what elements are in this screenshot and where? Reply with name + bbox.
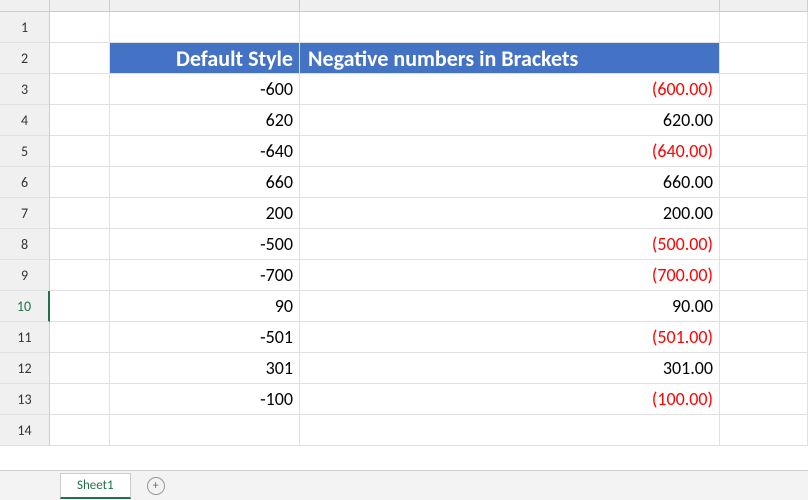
cell[interactable]: 200.00	[300, 198, 720, 229]
cell[interactable]	[720, 291, 808, 322]
cell[interactable]: 660.00	[300, 167, 720, 198]
table-row: 6 660660.00	[0, 167, 808, 198]
cell[interactable]	[720, 74, 808, 105]
table-row: 12 301301.00	[0, 353, 808, 384]
cell[interactable]: 620.00	[300, 105, 720, 136]
cell[interactable]: -600	[110, 74, 300, 105]
cell[interactable]: 301	[110, 353, 300, 384]
row-header[interactable]: 7	[0, 198, 50, 229]
plus-icon: +	[153, 479, 159, 493]
cell[interactable]: 90.00	[300, 291, 720, 322]
cell[interactable]: 200	[110, 198, 300, 229]
row-header[interactable]: 8	[0, 229, 50, 260]
table-row: 2 Default StyleNegative numbers in Bracke…	[0, 43, 808, 74]
cell[interactable]	[50, 384, 110, 415]
header-cell-default-style[interactable]: Default Style	[110, 43, 300, 74]
cell[interactable]: (100.00)	[300, 384, 720, 415]
table-row: 5 -640(640.00)	[0, 136, 808, 167]
row-header[interactable]: 1	[0, 12, 50, 43]
table-row: 3 -600(600.00)	[0, 74, 808, 105]
table-row: 13 -100(100.00)	[0, 384, 808, 415]
table-row: 8 -500(500.00)	[0, 229, 808, 260]
cell[interactable]	[720, 353, 808, 384]
cell[interactable]	[50, 260, 110, 291]
table-row: 7 200200.00	[0, 198, 808, 229]
row-header[interactable]: 11	[0, 322, 50, 353]
cell[interactable]	[110, 415, 300, 446]
cell[interactable]	[50, 415, 110, 446]
table-row: 11 -501(501.00)	[0, 322, 808, 353]
row-header[interactable]: 12	[0, 353, 50, 384]
row-header[interactable]: 10	[0, 291, 50, 322]
cell[interactable]	[720, 43, 808, 74]
cell[interactable]	[720, 167, 808, 198]
cell[interactable]	[300, 12, 720, 43]
cell[interactable]	[720, 105, 808, 136]
cell[interactable]	[50, 229, 110, 260]
cell[interactable]	[50, 74, 110, 105]
header-cell-brackets[interactable]: Negative numbers in Brackets	[300, 43, 720, 74]
cell[interactable]: -501	[110, 322, 300, 353]
col-header-d[interactable]	[720, 0, 808, 12]
row-header[interactable]: 3	[0, 74, 50, 105]
cell[interactable]: (501.00)	[300, 322, 720, 353]
cell[interactable]: 301.00	[300, 353, 720, 384]
table-row: 1	[0, 12, 808, 43]
cell[interactable]	[50, 136, 110, 167]
table-row: 10 9090.00	[0, 291, 808, 322]
cell[interactable]	[110, 12, 300, 43]
cell[interactable]: (640.00)	[300, 136, 720, 167]
spreadsheet-grid: 12 Default StyleNegative numbers in Brack…	[0, 0, 808, 446]
cell[interactable]	[50, 322, 110, 353]
cell[interactable]: 90	[110, 291, 300, 322]
cell[interactable]	[300, 415, 720, 446]
cell[interactable]: 620	[110, 105, 300, 136]
col-header-a[interactable]	[50, 0, 110, 12]
cell[interactable]	[50, 12, 110, 43]
cell[interactable]	[50, 105, 110, 136]
table-row: 9 -700(700.00)	[0, 260, 808, 291]
row-header[interactable]: 5	[0, 136, 50, 167]
cell[interactable]: -640	[110, 136, 300, 167]
cell[interactable]	[720, 260, 808, 291]
column-headers-row	[0, 0, 808, 12]
cell[interactable]	[720, 136, 808, 167]
cell[interactable]	[50, 43, 110, 74]
cell[interactable]: (700.00)	[300, 260, 720, 291]
cell[interactable]: 660	[110, 167, 300, 198]
cell[interactable]	[720, 415, 808, 446]
row-header[interactable]: 13	[0, 384, 50, 415]
cell[interactable]	[720, 322, 808, 353]
row-header[interactable]: 4	[0, 105, 50, 136]
cell[interactable]	[50, 167, 110, 198]
row-header[interactable]: 14	[0, 415, 50, 446]
sheet-tab-active[interactable]: Sheet1	[60, 473, 131, 499]
cell[interactable]	[50, 198, 110, 229]
cell[interactable]	[720, 198, 808, 229]
cell[interactable]	[720, 229, 808, 260]
col-header-b[interactable]	[110, 0, 300, 12]
sheet-tabs-bar: Sheet1 +	[0, 470, 808, 500]
select-all-corner[interactable]	[0, 0, 50, 12]
row-header[interactable]: 2	[0, 43, 50, 74]
cell[interactable]	[720, 12, 808, 43]
cell[interactable]	[720, 384, 808, 415]
cell[interactable]: -100	[110, 384, 300, 415]
table-row: 4 620620.00	[0, 105, 808, 136]
cell[interactable]: -500	[110, 229, 300, 260]
table-row: 14	[0, 415, 808, 446]
cell[interactable]: -700	[110, 260, 300, 291]
cell[interactable]: (500.00)	[300, 229, 720, 260]
row-header[interactable]: 9	[0, 260, 50, 291]
cell[interactable]	[50, 291, 110, 322]
col-header-c[interactable]	[300, 0, 720, 12]
row-header[interactable]: 6	[0, 167, 50, 198]
add-sheet-button[interactable]: +	[147, 477, 165, 495]
cell[interactable]	[50, 353, 110, 384]
cell[interactable]: (600.00)	[300, 74, 720, 105]
